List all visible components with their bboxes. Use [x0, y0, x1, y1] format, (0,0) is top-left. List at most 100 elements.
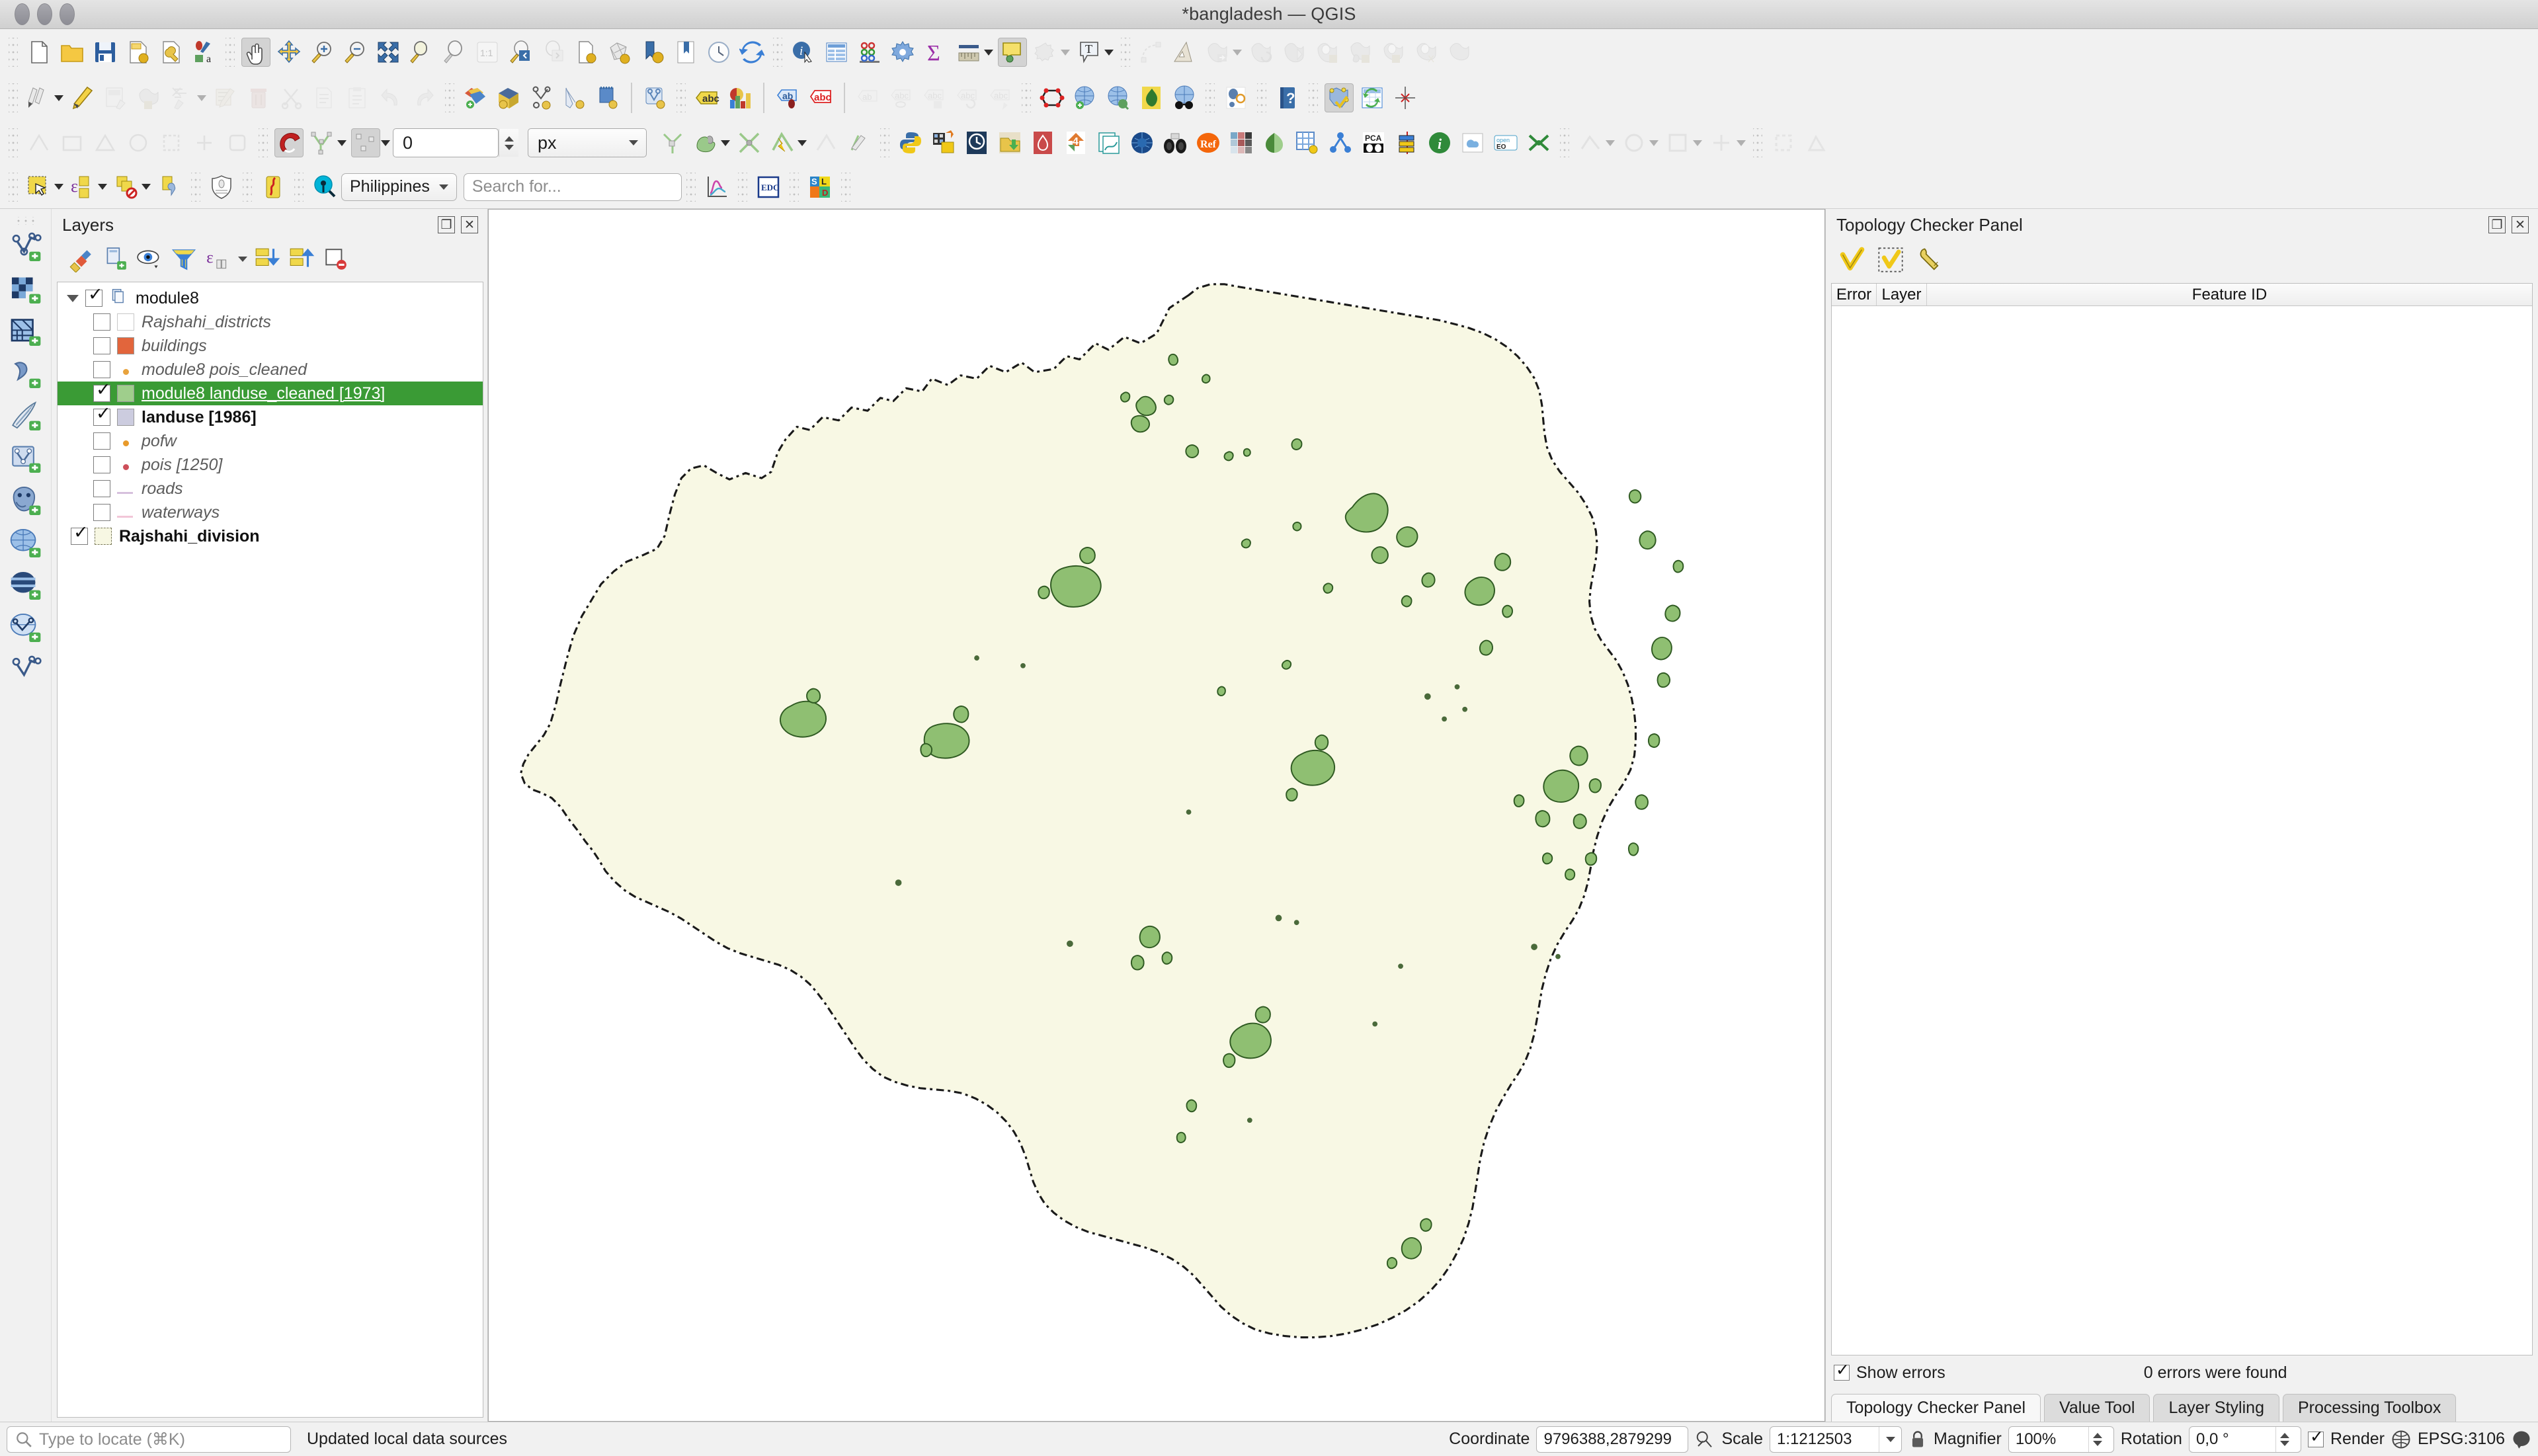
extra-tool-1-caret[interactable] — [1606, 140, 1615, 146]
diagram-properties-button[interactable] — [725, 83, 755, 112]
add-wfs-layer-side-button[interactable] — [5, 565, 46, 607]
layer-row[interactable]: Rajshahi_division — [58, 524, 483, 548]
add-spatialite-layer-button[interactable] — [560, 83, 589, 112]
layer-visibility-checkbox[interactable] — [93, 480, 110, 497]
snapping-mode-caret[interactable] — [337, 140, 347, 146]
toolbar-handle[interactable] — [686, 172, 696, 202]
toolbar-handle[interactable] — [773, 38, 782, 67]
grid-plugin-button[interactable] — [1293, 128, 1322, 157]
layer-row[interactable]: module8 landuse_cleaned [1973] — [58, 381, 483, 405]
fire-plugin-button[interactable] — [1028, 128, 1057, 157]
select-features-caret[interactable] — [54, 184, 63, 190]
close-icon[interactable]: ✕ — [461, 216, 478, 233]
toolbar-handle[interactable] — [1257, 83, 1266, 112]
topology-error-table[interactable]: Error Layer Feature ID — [1831, 283, 2533, 1355]
show-errors-checkbox[interactable] — [1834, 1360, 1850, 1381]
qgis-cloud-plugin-button[interactable] — [1458, 128, 1487, 157]
add-raster-layer-side-button[interactable] — [5, 268, 46, 311]
snapping-type-button[interactable] — [351, 128, 380, 157]
layer-row[interactable]: buildings — [58, 334, 483, 358]
green-network-plugin-button[interactable] — [1524, 128, 1553, 157]
vertex-tool-caret[interactable] — [197, 95, 206, 101]
snapping-units-combo[interactable]: px — [528, 128, 647, 157]
close-icon[interactable]: ✕ — [2512, 216, 2529, 233]
extra-tool-3-caret[interactable] — [1693, 140, 1702, 146]
toolbar-handle[interactable] — [1753, 128, 1762, 157]
toolbar-handle[interactable] — [9, 172, 18, 202]
validate-all-icon[interactable] — [1838, 245, 1867, 274]
panel-tab[interactable]: Value Tool — [2044, 1394, 2150, 1422]
text-annotation-tool[interactable]: T — [1075, 38, 1104, 67]
chevron-down-icon[interactable] — [1879, 1426, 1901, 1452]
add-raster-layer-button[interactable] — [494, 83, 523, 112]
edc-plugin-button[interactable]: EDC — [754, 173, 783, 202]
expression-filter-caret[interactable] — [238, 257, 247, 262]
extra-tool-2[interactable] — [1619, 128, 1649, 157]
open-data-button[interactable] — [995, 128, 1024, 157]
traffic-plugin-button[interactable] — [1392, 128, 1421, 157]
open-attribute-table-button[interactable] — [822, 38, 851, 67]
georeferencer-button[interactable] — [1137, 83, 1166, 112]
toolbar-handle[interactable] — [737, 172, 747, 202]
toolbar-handle[interactable] — [1309, 83, 1318, 112]
select-features-tool[interactable] — [24, 173, 54, 202]
rotation-input[interactable]: 0,0 ° — [2188, 1426, 2301, 1453]
qgis4-plugin-button[interactable]: 4 — [1061, 128, 1090, 157]
snap-tool-c[interactable] — [91, 128, 120, 157]
self-snapping-caret[interactable] — [798, 140, 807, 146]
render-checkbox[interactable] — [2307, 1427, 2324, 1447]
layer-visibility-checkbox[interactable] — [93, 405, 111, 426]
collapse-all-icon[interactable] — [287, 245, 316, 274]
undock-icon[interactable]: ❐ — [438, 216, 455, 233]
toolbar-handle[interactable] — [12, 217, 39, 225]
simplify-feature-tool[interactable] — [1280, 38, 1309, 67]
move-label-button[interactable]: abc — [920, 83, 949, 112]
layer-row[interactable]: waterways — [58, 501, 483, 524]
extra-tool-1[interactable] — [1576, 128, 1605, 157]
layer-row[interactable]: Rajshahi_districts — [58, 310, 483, 334]
snap-tool-d[interactable] — [124, 128, 153, 157]
save-project-button[interactable] — [91, 38, 120, 67]
snap-on-intersection-button[interactable] — [658, 128, 687, 157]
toolbar-handle[interactable] — [1206, 83, 1215, 112]
topological-editing-button[interactable] — [691, 128, 720, 157]
road-plugin-button[interactable] — [259, 173, 288, 202]
fill-ring-tool[interactable] — [1379, 38, 1408, 67]
toolbar-handle[interactable] — [294, 172, 304, 202]
plot-tool-button[interactable] — [702, 173, 731, 202]
add-polygon-feature-button[interactable] — [134, 83, 163, 112]
chevron-down-icon[interactable] — [629, 140, 638, 145]
lock-scale-icon[interactable] — [1908, 1430, 1927, 1449]
refresh-map-button[interactable] — [737, 38, 766, 67]
toolbar-handle[interactable] — [1560, 128, 1569, 157]
plugin-circle-button[interactable] — [1221, 83, 1250, 112]
new-project-button[interactable] — [24, 38, 54, 67]
show-hide-labels-button[interactable]: ab — [854, 83, 883, 112]
open-project-button[interactable] — [58, 38, 87, 67]
refresh-attributes-button[interactable] — [1358, 83, 1387, 112]
add-bookmark-button[interactable] — [638, 38, 667, 67]
snap-geometries-button[interactable] — [1391, 83, 1420, 112]
search-input[interactable]: Search for... — [463, 173, 682, 201]
redo-button[interactable] — [409, 83, 438, 112]
open-eo-plugin-button[interactable]: open EO — [1491, 128, 1520, 157]
enable-snapping-button[interactable] — [274, 128, 304, 157]
panel-tab[interactable]: Topology Checker Panel — [1831, 1394, 2041, 1422]
avoid-overlap-button[interactable] — [735, 128, 764, 157]
pin-labels-button[interactable]: abc — [806, 83, 835, 112]
highlight-pinned-labels-button[interactable]: ab — [773, 83, 802, 112]
layer-visibility-checkbox[interactable] — [71, 524, 89, 545]
extra-tool-2-caret[interactable] — [1649, 140, 1658, 146]
layer-visibility-checkbox[interactable] — [93, 361, 110, 378]
time-manager-button[interactable] — [962, 128, 991, 157]
snap-tool-b[interactable] — [58, 128, 87, 157]
layer-row[interactable]: module8 — [58, 286, 483, 310]
coordinate-input[interactable]: 9796388,2879299 — [1536, 1426, 1689, 1453]
measure-dropdown-caret[interactable] — [984, 49, 993, 56]
zoom-full-tool[interactable] — [374, 38, 403, 67]
add-delimited-text-layer-button[interactable] — [527, 83, 556, 112]
filter-legend-icon[interactable] — [169, 245, 198, 274]
extra-tool-6[interactable] — [1802, 128, 1831, 157]
configure-icon[interactable] — [1914, 245, 1944, 274]
layer-row[interactable]: landuse [1986] — [58, 405, 483, 429]
